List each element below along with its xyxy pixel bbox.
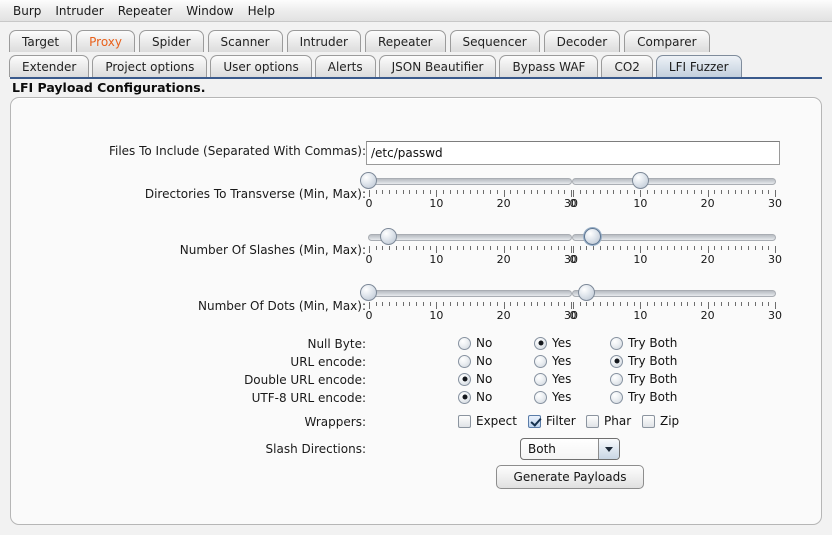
wrappers-checkbox-group: Expect Filter Phar Zip	[36, 97, 822, 525]
tab-project-options[interactable]: Project options	[92, 55, 208, 77]
page-title: LFI Payload Configurations.	[10, 77, 822, 95]
tab-sequencer[interactable]: Sequencer	[449, 30, 540, 52]
checkbox-label: Filter	[546, 414, 576, 428]
tab-label: Scanner	[220, 34, 270, 49]
tab-target[interactable]: Target	[9, 30, 73, 52]
tab-label: Sequencer	[462, 34, 527, 49]
menu-item-help[interactable]: Help	[241, 2, 282, 20]
chevron-down-icon[interactable]	[598, 439, 619, 459]
checkbox-indicator	[586, 414, 599, 428]
slash-directions-select[interactable]: Both	[520, 438, 620, 460]
secondary-tab-strip: Extender Project options User options Alert…	[0, 51, 832, 77]
tab-decoder[interactable]: Decoder	[543, 30, 621, 52]
tab-label: Extender	[22, 59, 77, 74]
menu-item-window[interactable]: Window	[179, 2, 240, 20]
tab-label: Target	[22, 34, 60, 49]
checkbox-indicator	[458, 414, 471, 428]
tab-label: Bypass WAF	[512, 59, 586, 74]
primary-tab-strip: Target Proxy Spider Scanner Intruder Repeater…	[0, 26, 832, 52]
checkbox-indicator	[528, 414, 541, 428]
slash-directions-value: Both	[528, 442, 556, 456]
checkbox-label: Phar	[604, 414, 632, 428]
tab-label: Repeater	[377, 34, 433, 49]
checkbox-filter[interactable]: Filter	[528, 414, 576, 428]
tab-proxy[interactable]: Proxy	[76, 30, 135, 52]
tab-label: Proxy	[89, 34, 122, 49]
tab-label: Alerts	[327, 59, 363, 74]
slash-directions-label: Slash Directions:	[265, 442, 366, 456]
generate-payloads-button[interactable]: Generate Payloads	[496, 465, 644, 489]
menu-item-repeater[interactable]: Repeater	[111, 2, 180, 20]
checkbox-indicator	[642, 414, 655, 428]
tab-co2[interactable]: CO2	[601, 55, 653, 77]
tab-label: Comparer	[637, 34, 697, 49]
tab-label: JSON Beautifier	[391, 59, 484, 74]
tab-alerts[interactable]: Alerts	[314, 55, 376, 77]
tab-scanner[interactable]: Scanner	[207, 30, 283, 52]
tab-comparer[interactable]: Comparer	[624, 30, 710, 52]
tab-repeater[interactable]: Repeater	[364, 30, 446, 52]
tab-label: User options	[223, 59, 299, 74]
tab-intruder[interactable]: Intruder	[286, 30, 361, 52]
checkbox-zip[interactable]: Zip	[642, 414, 679, 428]
menu-bar: Burp Intruder Repeater Window Help	[0, 0, 832, 22]
checkbox-expect[interactable]: Expect	[458, 414, 517, 428]
form-area: Files To Include (Separated With Commas)…	[36, 97, 822, 525]
tab-lfi-fuzzer[interactable]: LFI Fuzzer	[655, 55, 742, 77]
tab-label: Spider	[152, 34, 191, 49]
tab-user-options[interactable]: User options	[210, 55, 312, 77]
tab-label: LFI Fuzzer	[668, 59, 729, 74]
burp-suite-window: Burp Intruder Repeater Window Help Target Pro…	[0, 0, 832, 535]
tab-label: Decoder	[556, 34, 608, 49]
checkbox-label: Zip	[660, 414, 680, 428]
menu-item-burp[interactable]: Burp	[6, 2, 48, 20]
tab-spider[interactable]: Spider	[139, 30, 204, 52]
tab-label: CO2	[614, 59, 640, 74]
tab-label: Project options	[105, 59, 195, 74]
checkbox-label: Expect	[476, 414, 517, 428]
tab-bypass-waf[interactable]: Bypass WAF	[499, 55, 599, 77]
tab-extender[interactable]: Extender	[9, 55, 90, 77]
tab-json-beautifier[interactable]: JSON Beautifier	[378, 55, 497, 77]
menu-item-intruder[interactable]: Intruder	[48, 2, 110, 20]
checkbox-phar[interactable]: Phar	[586, 414, 631, 428]
tab-label: Intruder	[299, 34, 348, 49]
